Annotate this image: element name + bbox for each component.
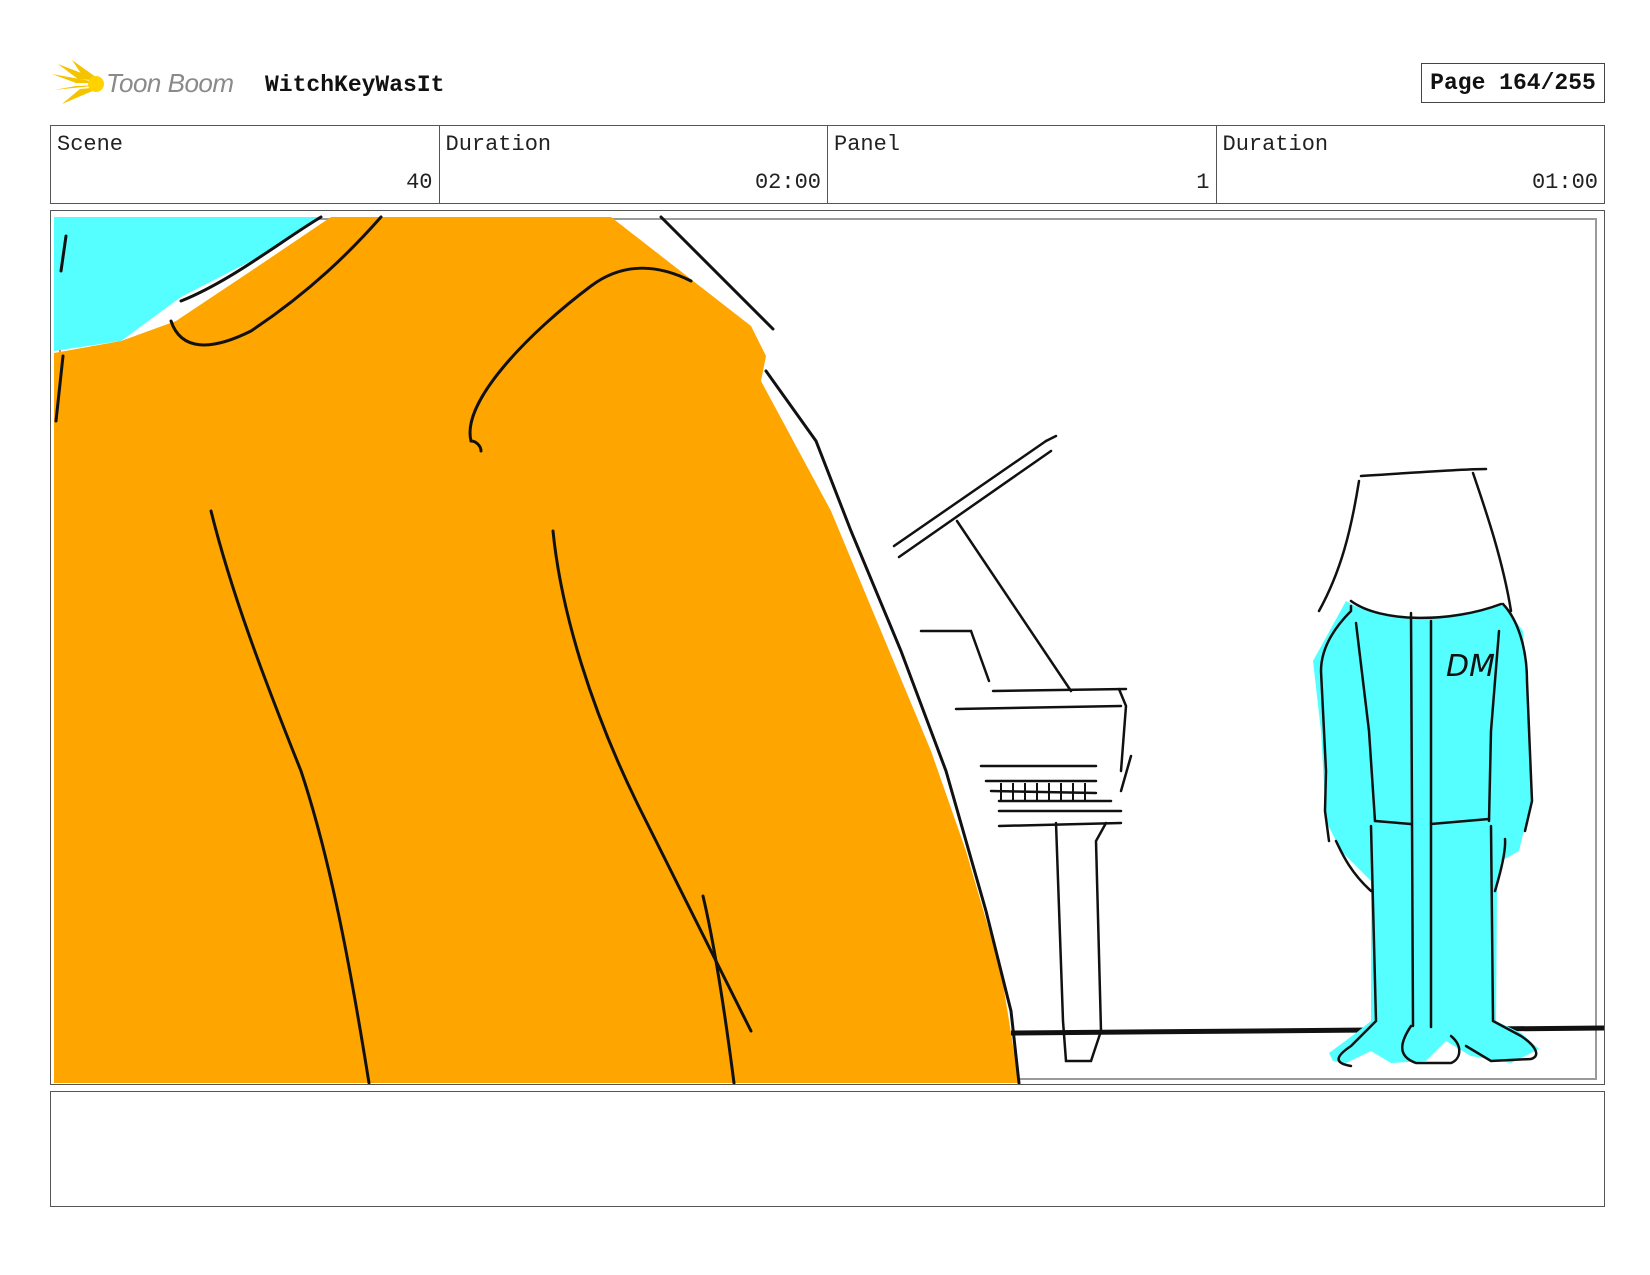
panel-label: Panel <box>834 132 901 157</box>
panel-sketch: DM <box>54 215 1604 1084</box>
storyboard-panel: DM <box>50 210 1605 1085</box>
panel-duration-label: Duration <box>1222 132 1329 157</box>
scene-duration-value: 02:00 <box>754 170 821 195</box>
project-title: WitchKeyWasIt <box>265 72 445 98</box>
cyan-figure <box>1313 601 1539 1063</box>
panel-duration-value: 01:00 <box>1531 170 1598 195</box>
page-indicator: Page 164/255 <box>1421 63 1605 103</box>
scene-cell: Scene 40 <box>51 126 440 203</box>
sketch-lettering: DM <box>1446 649 1495 684</box>
panel-notes-box[interactable] <box>50 1091 1605 1207</box>
scene-number: 40 <box>406 170 433 195</box>
panel-cell: Panel 1 <box>828 126 1217 203</box>
lamp-shade <box>1317 467 1513 613</box>
storyboard-header: Toon Boom WitchKeyWasIt Page 164/255 <box>50 56 1605 108</box>
scene-label: Scene <box>57 132 124 157</box>
scene-duration-cell: Duration 02:00 <box>440 126 828 203</box>
orange-jacket <box>54 217 1019 1083</box>
toon-boom-logo: Toon Boom <box>50 58 250 108</box>
scene-duration-label: Duration <box>445 132 552 157</box>
scene-info-table: Scene 40 Duration 02:00 Panel 1 Duration… <box>50 125 1605 204</box>
panel-number: 1 <box>1196 170 1210 195</box>
logo-wordmark: Toon Boom <box>106 68 234 98</box>
panel-duration-cell: Duration 01:00 <box>1217 126 1605 203</box>
starburst-icon <box>52 60 104 104</box>
